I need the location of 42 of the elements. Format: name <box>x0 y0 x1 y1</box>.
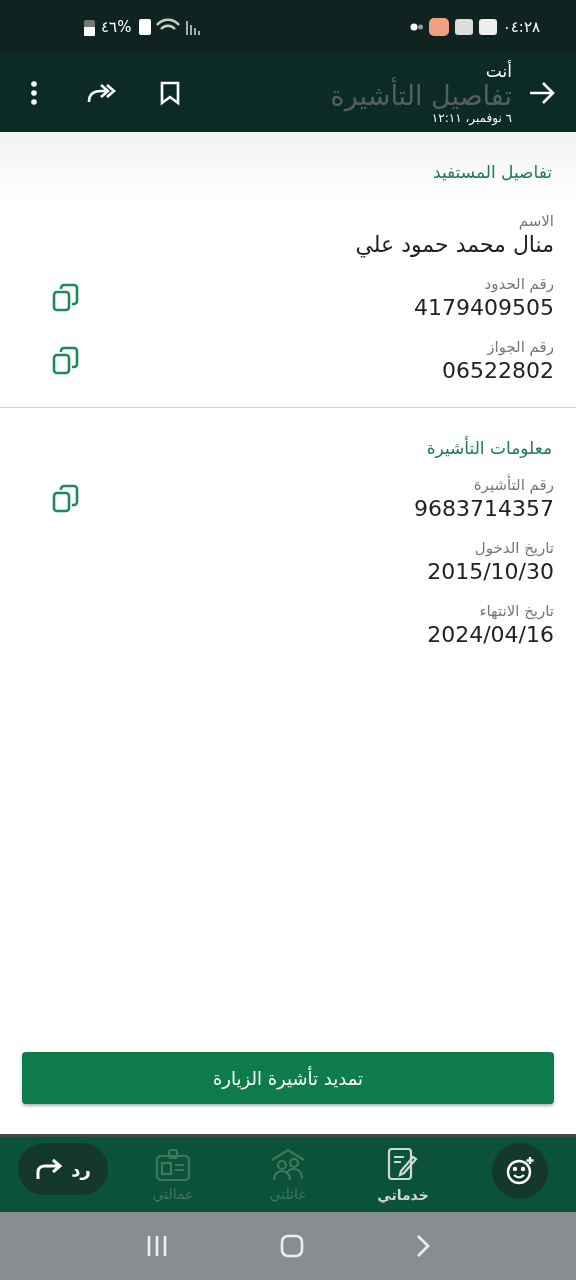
forward-icon <box>87 82 117 104</box>
field-value: 4179409505 <box>414 295 554 320</box>
field-label: رقم الجواز <box>487 338 554 356</box>
id-card-icon <box>155 1147 191 1182</box>
extend-visa-button[interactable]: تمديد تأشيرة الزيارة <box>22 1052 554 1104</box>
copy-icon[interactable] <box>52 483 80 514</box>
reply-arrow-icon <box>35 1158 64 1180</box>
nav-tab[interactable]: خدماتي <box>377 1186 429 1203</box>
section-title: معلومات التأشيرة <box>426 438 552 458</box>
app-notification-icon <box>428 18 449 36</box>
dots-icon <box>409 23 423 31</box>
field-label: تاريخ الانتهاء <box>479 602 554 620</box>
field-value: منال محمد حمود علي <box>355 232 554 257</box>
bookmark-icon <box>159 80 181 106</box>
app-notification-icon <box>478 19 497 35</box>
field-label: الاسم <box>518 212 554 230</box>
arrow-icon <box>528 81 556 105</box>
copy-icon[interactable] <box>52 345 80 376</box>
reply-button[interactable]: رد <box>18 1143 108 1195</box>
field-label: رقم التأشيرة <box>473 476 554 494</box>
field-label: تاريخ الدخول <box>474 539 554 557</box>
message-date: ٦ نوفمبر، ١٢:١١ <box>431 111 512 125</box>
back-chevron-icon[interactable] <box>416 1234 430 1258</box>
field-value: 9683714357 <box>414 496 554 521</box>
clock-time: ٠٤:٢٨ <box>502 18 540 36</box>
family-house-icon <box>270 1147 306 1182</box>
field-value: 06522802 <box>442 358 554 383</box>
emoji-reaction-button[interactable] <box>492 1143 548 1199</box>
document-pen-icon <box>386 1146 420 1183</box>
battery-percent: %٤٦ <box>101 18 132 36</box>
section-title: تفاصيل المستفيد <box>432 162 552 182</box>
more-icon <box>31 81 37 105</box>
app-notification-icon <box>454 19 473 35</box>
field-value: 2015/10/30 <box>427 559 554 584</box>
smiley-icon <box>505 1156 535 1186</box>
sender-name: أنت <box>485 61 512 81</box>
copy-icon[interactable] <box>52 282 80 313</box>
recent-apps-icon[interactable] <box>146 1235 168 1257</box>
field-label: رقم الحدود <box>484 275 554 293</box>
field-value: 2024/04/16 <box>427 622 554 647</box>
battery-icon <box>84 18 95 36</box>
home-icon[interactable] <box>280 1234 304 1258</box>
